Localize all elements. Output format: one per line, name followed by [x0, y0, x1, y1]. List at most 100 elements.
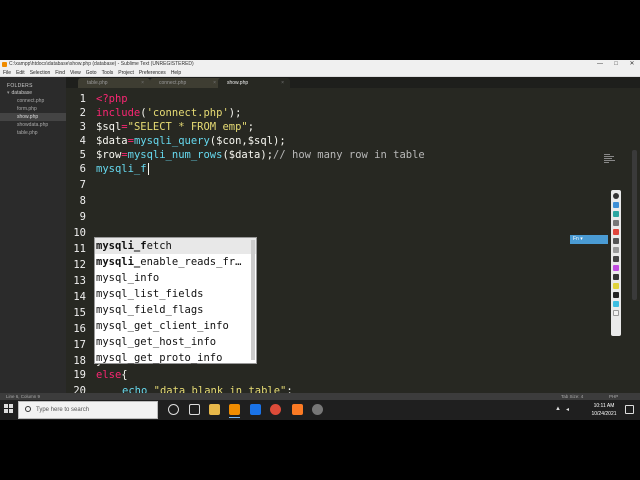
pointer-icon[interactable]: [613, 202, 619, 208]
color-magenta-icon[interactable]: [613, 265, 619, 271]
task-view-icon[interactable]: [189, 404, 200, 415]
line-number: 19: [73, 369, 86, 381]
menu-project[interactable]: Project: [118, 69, 134, 76]
notification-icon[interactable]: [625, 405, 634, 414]
search-placeholder: Type here to search: [36, 407, 90, 413]
code-line-18: else{: [96, 368, 128, 382]
line-number: 14: [73, 291, 86, 303]
line-number: 15: [73, 307, 86, 319]
volume-icon[interactable]: ◂: [566, 406, 569, 413]
line-number: 12: [73, 259, 86, 271]
minimap[interactable]: [604, 154, 616, 164]
line-number: 7: [79, 179, 86, 191]
code-token: $row: [96, 149, 122, 161]
sidebar-file-table[interactable]: table.php: [17, 129, 38, 137]
menu-help[interactable]: Help: [171, 69, 181, 76]
windows-start-icon[interactable]: [4, 404, 14, 414]
chrome-icon[interactable]: [270, 404, 281, 415]
menu-selection[interactable]: Selection: [30, 69, 51, 76]
cortana-icon[interactable]: [168, 404, 179, 415]
match-prefix: mysql_: [96, 272, 134, 284]
color-cyan-icon[interactable]: [613, 301, 619, 307]
code-comment: // how many row in table: [273, 149, 425, 161]
code-token: 'connect.php': [146, 107, 229, 119]
undo-icon[interactable]: [613, 274, 619, 280]
autocomplete-scrollbar[interactable]: [251, 240, 255, 360]
taskbar-search-input[interactable]: Type here to search: [18, 401, 158, 419]
match-rest: etch: [146, 240, 172, 252]
tab-show-php[interactable]: show.php ×: [218, 78, 290, 88]
match-rest: get_client_info: [133, 320, 229, 332]
sublime-text-taskbar-icon[interactable]: [229, 404, 240, 418]
match-prefix: mysqli_: [96, 256, 141, 268]
tab-close-icon[interactable]: ×: [213, 78, 216, 88]
line-number: 6: [79, 163, 86, 175]
text-icon[interactable]: [613, 238, 619, 244]
line-number: 1: [79, 93, 86, 105]
autocomplete-item[interactable]: mysql_get_host_info: [95, 334, 256, 350]
syntax-indicator[interactable]: PHP: [609, 393, 618, 400]
tab-size-indicator[interactable]: Tab Size: 4: [561, 393, 583, 400]
sidebar-folder-database[interactable]: ▾ database: [7, 90, 32, 96]
autocomplete-popup: mysqli_fetch mysqli_enable_reads_fr… mys…: [94, 237, 257, 364]
record-icon[interactable]: [613, 193, 619, 199]
autocomplete-item[interactable]: mysqli_fetch: [95, 238, 256, 254]
clock-time: 10:11 AM: [593, 403, 615, 409]
pen-icon[interactable]: [613, 220, 619, 226]
settings-gear-icon[interactable]: [312, 404, 323, 415]
sidebar-file-show[interactable]: show.php: [0, 113, 66, 121]
vertical-scrollbar[interactable]: [632, 150, 637, 300]
match-prefix: mysql_: [96, 320, 134, 332]
text-cursor: [147, 163, 149, 175]
tab-table-php[interactable]: table.php ×: [78, 78, 150, 88]
select-icon[interactable]: [613, 211, 619, 217]
sidebar-file-connect[interactable]: connect.php: [17, 97, 44, 105]
autocomplete-item[interactable]: mysql_get_proto_info: [95, 350, 256, 366]
xampp-icon[interactable]: [292, 404, 303, 415]
taskbar-clock[interactable]: 10:11 AM 10/24/2021: [585, 402, 623, 418]
window-controls: — □ ✕: [592, 60, 640, 69]
file-explorer-icon[interactable]: [209, 404, 220, 415]
sidebar-file-showdata[interactable]: showdata.php: [17, 121, 48, 129]
edge-icon[interactable]: [250, 404, 261, 415]
close-button[interactable]: ✕: [624, 60, 640, 69]
search-icon: [25, 406, 31, 412]
line-number: 8: [79, 195, 86, 207]
maximize-button[interactable]: □: [608, 60, 624, 69]
folder-expand-icon[interactable]: ▾: [7, 90, 10, 96]
menu-goto[interactable]: Goto: [86, 69, 97, 76]
menu-edit[interactable]: Edit: [16, 69, 25, 76]
clock-date: 10/24/2021: [591, 411, 617, 417]
menu-file[interactable]: File: [3, 69, 11, 76]
color-yellow-icon[interactable]: [613, 283, 619, 289]
line-number-gutter: 1 2 3 4 5 6 7 8 9 10 11 12 13 14 15 16 1…: [66, 88, 90, 397]
menu-view[interactable]: View: [70, 69, 81, 76]
color-white-icon[interactable]: [613, 310, 619, 316]
hint-popup[interactable]: Fn ▾: [570, 235, 608, 244]
autocomplete-item[interactable]: mysql_get_client_info: [95, 318, 256, 334]
shape-icon[interactable]: [613, 229, 619, 235]
tab-connect-php[interactable]: connect.php ×: [150, 78, 222, 88]
autocomplete-item[interactable]: mysqli_enable_reads_fr…: [95, 254, 256, 270]
code-token: $sql: [96, 121, 122, 133]
line-number: 18: [73, 355, 86, 367]
menu-preferences[interactable]: Preferences: [139, 69, 166, 76]
arrow-icon[interactable]: [613, 247, 619, 253]
eraser-icon[interactable]: [613, 256, 619, 262]
code-line-1: <?php: [96, 92, 128, 106]
menu-find[interactable]: Find: [55, 69, 65, 76]
autocomplete-item[interactable]: mysql_field_flags: [95, 302, 256, 318]
tab-close-icon[interactable]: ×: [281, 78, 284, 88]
network-icon[interactable]: ▲: [555, 406, 561, 412]
autocomplete-item[interactable]: mysql_info: [95, 270, 256, 286]
tab-close-icon[interactable]: ×: [141, 78, 144, 88]
color-black-icon[interactable]: [613, 292, 619, 298]
menu-tools[interactable]: Tools: [102, 69, 114, 76]
autocomplete-item[interactable]: mysql_list_fields: [95, 286, 256, 302]
line-number: 11: [73, 243, 86, 255]
match-rest: get_host_info: [133, 336, 217, 348]
cursor-position: Line 6, Column 9: [6, 394, 41, 399]
minimize-button[interactable]: —: [592, 60, 608, 69]
sidebar-file-form[interactable]: form.php: [17, 105, 37, 113]
code-token-typing: mysqli_f: [96, 163, 147, 175]
